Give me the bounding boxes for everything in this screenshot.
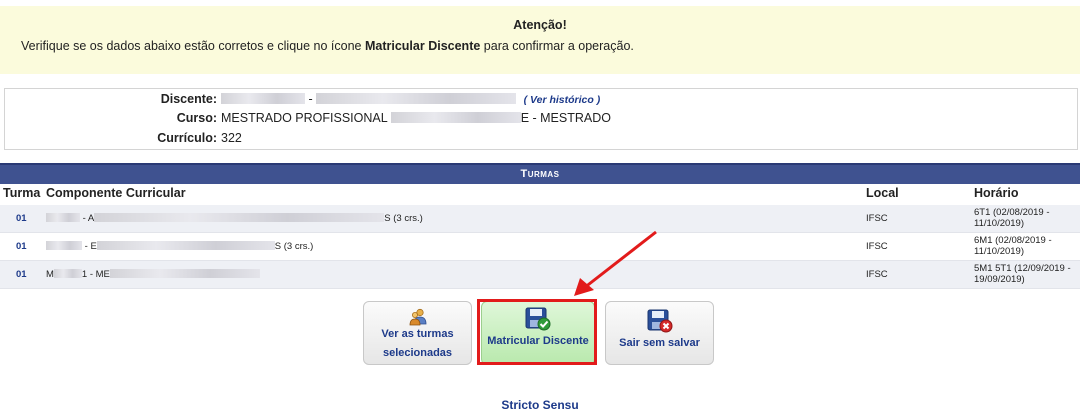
- alert-box: Atenção! Verifique se os dados abaixo es…: [0, 6, 1080, 74]
- save-cancel-icon: [647, 309, 672, 333]
- alert-message-end: para confirmar a operação.: [480, 39, 634, 53]
- redacted-code: [46, 213, 80, 222]
- col-turma: Turma: [3, 186, 41, 200]
- ver-turmas-button[interactable]: Ver as turmas selecionadas: [363, 301, 472, 365]
- matricular-discente-button[interactable]: Matricular Discente: [481, 301, 595, 365]
- discente-separator: -: [305, 92, 317, 106]
- row-local: IFSC: [866, 213, 888, 224]
- row-componente: - AS (3 crs.): [46, 213, 423, 224]
- curso-value: MESTRADO PROFISSIONAL E - MESTRADO: [221, 111, 611, 125]
- turmas-title-text: Turmas: [520, 168, 560, 180]
- discente-label: Discente:: [160, 92, 217, 106]
- curriculo-label: Currículo:: [157, 131, 217, 145]
- col-componente: Componente Curricular: [46, 186, 186, 200]
- redacted-curso: [390, 112, 521, 123]
- row-horario: 6T1 (02/08/2019 - 11/10/2019): [974, 207, 1050, 229]
- comp-prefix: M: [46, 269, 54, 280]
- table-row: 01 - ES (3 crs.) IFSC 6M1 (02/08/2019 - …: [0, 233, 1080, 260]
- row-local: IFSC: [866, 269, 888, 280]
- stricto-sensu-link[interactable]: Stricto Sensu: [0, 398, 1080, 412]
- row-componente: M 1 - ME: [46, 269, 260, 280]
- row-turma[interactable]: 01: [16, 241, 27, 252]
- curriculo-row: Currículo: 322: [5, 131, 1077, 151]
- discente-value: - ( Ver histórico ): [221, 92, 600, 106]
- row-local: IFSC: [866, 241, 888, 252]
- row-horario: 5M1 5T1 (12/09/2019 - 19/09/2019): [974, 263, 1071, 285]
- turmas-section-title: Turmas: [0, 163, 1080, 184]
- curso-label: Curso:: [176, 111, 217, 125]
- curso-prefix: MESTRADO PROFISSIONAL: [221, 111, 391, 125]
- alert-message-text: Verifique se os dados abaixo estão corre…: [21, 39, 365, 53]
- redacted-code: [53, 269, 82, 278]
- redacted-code: [46, 241, 82, 250]
- col-local: Local: [866, 186, 899, 200]
- row-componente: - ES (3 crs.): [46, 241, 313, 252]
- arrow-annotation-icon: [574, 230, 657, 296]
- redacted-component: [94, 213, 385, 222]
- table-row: 01 - AS (3 crs.) IFSC 6T1 (02/08/2019 - …: [0, 205, 1080, 232]
- alert-title: Atenção!: [513, 18, 567, 32]
- redacted-name: [316, 93, 517, 104]
- sair-label: Sair sem salvar: [619, 337, 700, 349]
- redacted-component: [96, 241, 275, 250]
- ver-turmas-label-line2: selecionadas: [382, 347, 453, 359]
- table-row: 01 M 1 - ME IFSC 5M1 5T1 (12/09/2019 - 19…: [0, 261, 1080, 288]
- sair-sem-salvar-button[interactable]: Sair sem salvar: [605, 301, 714, 365]
- discente-row: Discente: - ( Ver histórico ): [5, 92, 1077, 112]
- ver-historico-link[interactable]: ( Ver histórico ): [524, 94, 601, 106]
- row-turma[interactable]: 01: [16, 213, 27, 224]
- comp-suffix: S (3 crs.): [274, 241, 314, 252]
- matricular-label: Matricular Discente: [487, 335, 589, 347]
- ver-turmas-label-line1: Ver as turmas: [381, 328, 454, 340]
- comp-suffix: 1 - ME: [81, 269, 110, 280]
- col-horario: Horário: [974, 186, 1019, 200]
- save-confirm-icon: [525, 307, 551, 331]
- redacted-component: [109, 269, 260, 278]
- alert-message: Verifique se os dados abaixo estão corre…: [21, 39, 634, 53]
- curriculo-value: 322: [221, 131, 242, 145]
- table-header: Turma Componente Curricular Local Horári…: [0, 184, 1080, 204]
- row-turma[interactable]: 01: [16, 269, 27, 280]
- student-info-panel: Discente: - ( Ver histórico ) Curso: MES…: [4, 88, 1078, 150]
- alert-message-bold: Matricular Discente: [364, 39, 481, 53]
- redacted-matricula: [221, 93, 305, 104]
- comp-suffix: S (3 crs.): [384, 213, 423, 224]
- curso-suffix: E - MESTRADO: [520, 111, 611, 125]
- row-horario: 6M1 (02/08/2019 - 11/10/2019): [974, 235, 1052, 257]
- row-divider: [0, 288, 1080, 289]
- curso-row: Curso: MESTRADO PROFISSIONAL E - MESTRAD…: [5, 111, 1077, 131]
